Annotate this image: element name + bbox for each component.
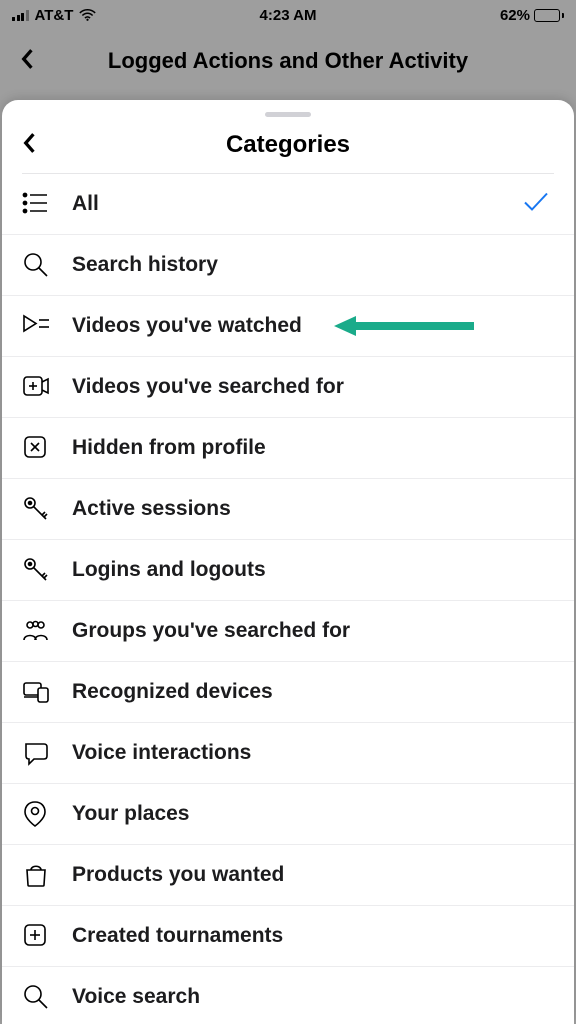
x-box-icon <box>22 433 58 463</box>
add-video-icon <box>22 372 58 402</box>
category-label: Products you wanted <box>72 863 284 887</box>
sheet-header: Categories <box>2 125 574 173</box>
devices-icon <box>22 677 58 707</box>
search-icon <box>22 982 58 1012</box>
category-label: Voice interactions <box>72 741 251 765</box>
category-row-voice-interactions[interactable]: Voice interactions <box>2 723 574 784</box>
annotation-arrow <box>334 314 474 338</box>
key-icon <box>22 555 58 585</box>
categories-sheet: Categories All Search history Videos you'v… <box>2 100 574 1024</box>
category-row-your-places[interactable]: Your places <box>2 784 574 845</box>
status-bar: AT&T 4:23 AM 62% <box>0 0 576 30</box>
search-icon <box>22 250 58 280</box>
category-row-groups-searched[interactable]: Groups you've searched for <box>2 601 574 662</box>
key-icon <box>22 494 58 524</box>
category-row-recognized-devices[interactable]: Recognized devices <box>2 662 574 723</box>
category-label: Logins and logouts <box>72 558 266 582</box>
wifi-icon <box>79 9 96 22</box>
back-icon[interactable] <box>18 48 48 75</box>
category-row-videos-searched[interactable]: Videos you've searched for <box>2 357 574 418</box>
parent-title: Logged Actions and Other Activity <box>48 48 528 74</box>
category-list: All Search history Videos you've watched Vi… <box>2 174 574 1024</box>
category-label: Search history <box>72 253 218 277</box>
chat-bubble-icon <box>22 738 58 768</box>
status-left: AT&T <box>12 7 96 24</box>
check-icon <box>522 190 550 219</box>
play-list-icon <box>22 311 58 341</box>
category-row-voice-search[interactable]: Voice search <box>2 967 574 1024</box>
category-label: Hidden from profile <box>72 436 266 460</box>
category-row-hidden-profile[interactable]: Hidden from profile <box>2 418 574 479</box>
category-label: Videos you've watched <box>72 314 302 338</box>
battery-pct: 62% <box>500 7 530 24</box>
category-row-created-tournaments[interactable]: Created tournaments <box>2 906 574 967</box>
category-row-search-history[interactable]: Search history <box>2 235 574 296</box>
sheet-back-button[interactable] <box>20 132 50 159</box>
list-icon <box>22 189 58 219</box>
category-row-all[interactable]: All <box>2 174 574 235</box>
category-label: Groups you've searched for <box>72 619 350 643</box>
signal-icon <box>12 10 29 21</box>
category-row-active-sessions[interactable]: Active sessions <box>2 479 574 540</box>
category-row-logins-logouts[interactable]: Logins and logouts <box>2 540 574 601</box>
bag-icon <box>22 860 58 890</box>
pin-icon <box>22 799 58 829</box>
category-label: Videos you've searched for <box>72 375 344 399</box>
add-box-icon <box>22 921 58 951</box>
category-label: Your places <box>72 802 190 826</box>
sheet-grabber[interactable] <box>265 112 311 117</box>
status-right: 62% <box>500 7 564 24</box>
category-label: Voice search <box>72 985 200 1009</box>
category-label: Recognized devices <box>72 680 273 704</box>
category-label: All <box>72 192 99 216</box>
category-row-products-wanted[interactable]: Products you wanted <box>2 845 574 906</box>
people-icon <box>22 616 58 646</box>
category-row-videos-watched[interactable]: Videos you've watched <box>2 296 574 357</box>
parent-header: Logged Actions and Other Activity <box>0 30 576 92</box>
category-label: Active sessions <box>72 497 231 521</box>
carrier-label: AT&T <box>35 7 74 24</box>
sheet-title: Categories <box>50 131 526 159</box>
category-label: Created tournaments <box>72 924 283 948</box>
battery-icon <box>534 9 564 22</box>
status-time: 4:23 AM <box>260 7 317 24</box>
